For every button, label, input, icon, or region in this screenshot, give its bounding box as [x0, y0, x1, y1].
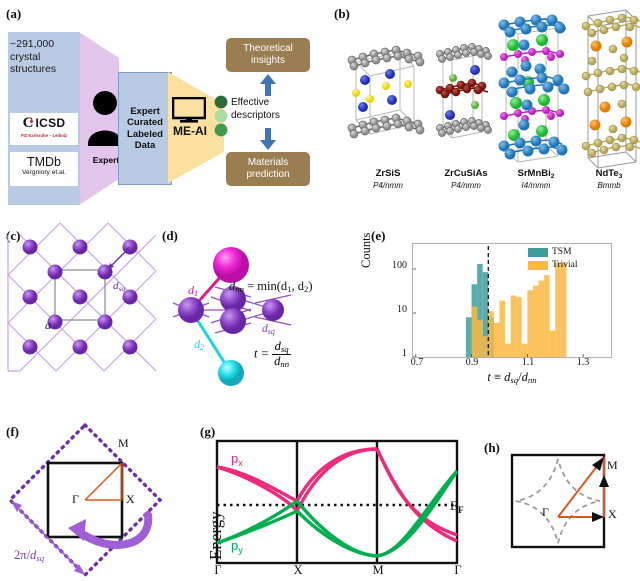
- histogram-bar: [538, 280, 545, 357]
- xtick-1: 0.9: [465, 357, 479, 368]
- histogram-bar: [499, 300, 506, 357]
- h-point-gamma-label: Γ: [542, 505, 549, 519]
- structure-name-1: ZrCuSiAs: [444, 168, 488, 179]
- arrow-down-icon: [260, 128, 276, 150]
- structure-name-2: SrMnBi2: [517, 168, 555, 180]
- structure-group-1: P4/nmm: [451, 181, 481, 190]
- tmdb-name: TMDb: [26, 155, 62, 169]
- histogram-bar: [471, 306, 478, 357]
- structure-group-3: Bmmb: [597, 181, 621, 190]
- histogram-bar: [527, 290, 533, 357]
- xtick-2: 1.1: [521, 357, 535, 368]
- panel-b: (b) ZrSiS P4/nmm ZrCuSiAs P4/nmm SrMnBi2…: [330, 0, 640, 215]
- g-xtick-3: Γ: [454, 563, 462, 577]
- histogram-plot-area: [412, 243, 612, 358]
- panel-c: [7, 222, 157, 372]
- monitor-icon: [172, 97, 206, 123]
- structure-zrsis: [347, 45, 425, 139]
- g-xtick-2: M: [372, 563, 384, 577]
- histogram-bar: [516, 297, 522, 357]
- icsd-name: ICSD: [35, 116, 66, 130]
- materials-prediction-box: Materials prediction: [226, 152, 310, 186]
- dsq-label: dsq: [262, 323, 275, 337]
- ytick-10: 10: [397, 304, 407, 315]
- histogram-bar: [493, 322, 500, 357]
- panel-g: [215, 439, 459, 565]
- panel-a-label: (a): [6, 6, 22, 21]
- structure-group-2: I4/mmm: [521, 181, 551, 190]
- histogram-bar: [482, 336, 489, 357]
- structure-zrcusias: [435, 43, 492, 139]
- figure-root: (a) ~291,000 crystal structures C ICSD F…: [0, 0, 640, 581]
- histogram-xlabel: t ≡ dsq/dnn: [487, 370, 537, 386]
- tmdb-logo: TMDb Vergniory et.al.: [10, 152, 78, 186]
- xtick-3: 1.3: [576, 357, 590, 368]
- legend-swatch-tsm: [528, 247, 548, 257]
- histogram-bar: [555, 262, 561, 357]
- histogram-bar: [560, 262, 567, 357]
- tmdb-subtitle: Vergniory et.al.: [22, 169, 66, 176]
- lattice-constant-label: a: [45, 318, 51, 332]
- descriptor-dots-icon: [214, 95, 228, 137]
- histogram-bar: [521, 343, 528, 357]
- histogram-bar: [505, 343, 511, 357]
- legend-swatch-trivial: [528, 260, 548, 270]
- histogram-ylabel: Counts: [359, 232, 373, 268]
- f-point-m-label: M: [118, 436, 129, 450]
- histogram-bar: [549, 330, 556, 357]
- dsq-distance-label: d_sqdsq: [113, 280, 126, 294]
- d2-label: d2: [194, 337, 205, 353]
- structure-ndte3: [581, 9, 640, 169]
- panel-h: [510, 453, 609, 549]
- icsd-mark-icon: C: [22, 115, 34, 131]
- f-point-gamma-label: Γ: [72, 492, 79, 506]
- icsd-logo: C ICSD FIZ Karlsruhe – Leibniz: [10, 113, 78, 145]
- g-xtick-0: Γ: [214, 563, 222, 577]
- h-point-m-label: M: [607, 458, 618, 472]
- bz-size-label: 2π/dsq: [14, 548, 45, 564]
- descriptors-label: Effective descriptors: [231, 97, 280, 121]
- panel-d: [172, 247, 292, 386]
- structure-srmnbi2: [498, 14, 570, 163]
- histogram-bar: [532, 285, 539, 357]
- curated-data-box: Expert Curated Labeled Data: [118, 72, 172, 185]
- histogram-bar: [510, 295, 517, 357]
- histogram-bar: [488, 311, 494, 357]
- legend-item-tsm: TSM: [528, 247, 578, 257]
- h-point-x-label: X: [608, 507, 617, 521]
- panel-a: (a) ~291,000 crystal structures C ICSD F…: [0, 0, 330, 215]
- histogram-bar: [465, 317, 472, 357]
- database-count-text: ~291,000 crystal structures: [10, 38, 57, 75]
- structure-name-0: ZrSiS: [375, 168, 401, 179]
- legend-label-tsm: TSM: [552, 247, 572, 257]
- ytick-1: 1: [402, 348, 407, 359]
- histogram-legend: TSM Trivial: [528, 247, 578, 273]
- xtick-0: 0.7: [410, 357, 424, 368]
- histogram-svg: [413, 246, 584, 358]
- band-px-label: px: [231, 451, 243, 468]
- ytick-100: 100: [392, 260, 407, 271]
- structure-name-3: NdTe3: [595, 168, 623, 180]
- band-py-label: py: [231, 538, 243, 555]
- meai-label: ME-AI: [173, 124, 207, 138]
- icsd-subtitle: FIZ Karlsruhe – Leibniz: [20, 133, 68, 138]
- structure-group-0: P4/nmm: [373, 181, 403, 190]
- legend-label-trivial: Trivial: [552, 260, 578, 270]
- f-point-x-label: X: [126, 492, 135, 506]
- fermi-level-label: EF: [450, 498, 464, 515]
- dnn-equation: dnn = min(d1, d2): [229, 279, 313, 295]
- arrow-up-icon: [260, 74, 276, 96]
- histogram-bar: [544, 275, 550, 357]
- t-ratio-equation: t = dsq dnn: [254, 339, 292, 370]
- histogram-bar: [477, 319, 483, 357]
- theoretical-insights-box: Theoretical insights: [226, 38, 310, 72]
- d1-label: d1: [188, 283, 199, 299]
- legend-item-trivial: Trivial: [528, 260, 578, 270]
- g-xtick-1: X: [293, 563, 303, 577]
